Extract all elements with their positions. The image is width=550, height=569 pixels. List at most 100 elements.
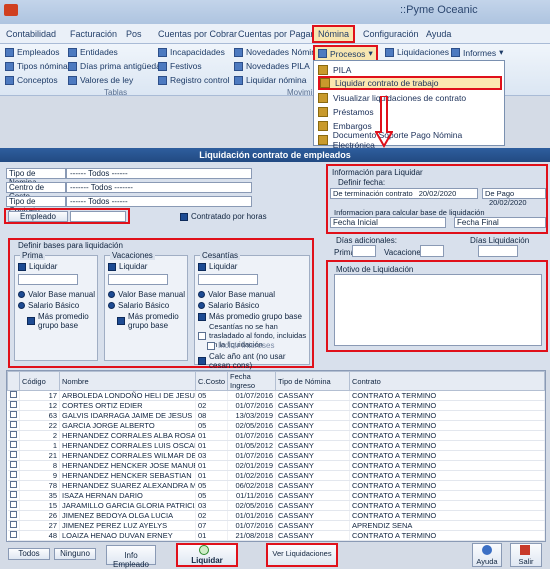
dropdown-item-pila[interactable]: PILA	[318, 63, 502, 77]
menu-ayuda[interactable]: Ayuda	[426, 29, 451, 39]
row-checkbox[interactable]	[7, 460, 20, 471]
prima-promedio-checkbox[interactable]: Más promedio grupo base	[27, 312, 97, 330]
ninguno-button[interactable]: Ninguno	[54, 548, 96, 560]
vacaciones-salario-radio[interactable]: Salario Básico	[108, 301, 169, 310]
table-row[interactable]: 8 HERNANDEZ HENCKER JOSE MANUEL 01 02/01/20…	[7, 460, 545, 471]
table-row[interactable]: 15 JARAMILLO GARCIA GLORIA PATRICIA 03 02/0…	[7, 500, 545, 511]
row-checkbox[interactable]	[7, 510, 20, 521]
row-checkbox[interactable]	[7, 520, 20, 531]
table-row[interactable]: 9 HERNANDEZ HENCKER SEBASTIAN 01 01/02/2016…	[7, 470, 545, 481]
table-row[interactable]: 1 HERNANDEZ CORRALES LUIS OSCAR 01 01/05/20…	[7, 440, 545, 451]
contratado-horas-checkbox[interactable]: Contratado por horas	[180, 212, 267, 221]
ribbon-festivos[interactable]: Festivos	[158, 61, 202, 71]
table-row[interactable]: 48 LOAIZA HENAO DUVAN ERNEY 01 21/08/2018 CA…	[7, 530, 545, 541]
menu-facturacion[interactable]: Facturación	[70, 29, 117, 39]
table-row[interactable]: 2 HERNANDEZ CORRALES ALBA ROSA 01 01/07/201…	[7, 430, 545, 441]
ribbon-novedades-nomina[interactable]: Novedades Nómina	[234, 47, 321, 57]
ver-liquidaciones-button[interactable]: Ver Liquidaciones	[266, 543, 338, 567]
vacaciones-valor-base-radio[interactable]: Valor Base manual	[108, 290, 185, 299]
ribbon-liquidar-nomina[interactable]: Liquidar nómina	[234, 75, 306, 85]
vacaciones-liquidar-checkbox[interactable]: Liquidar	[108, 262, 147, 271]
vacaciones-base-input[interactable]	[108, 274, 168, 285]
terminacion-field[interactable]: De terminación contrato 20/02/2020	[330, 188, 478, 199]
ribbon-liquidaciones[interactable]: Liquidaciones	[385, 47, 449, 57]
table-row[interactable]: 78 HERNANDEZ SUAREZ ALEXANDRA MARI 05 06/02…	[7, 480, 545, 491]
pago-field[interactable]: De Pago 20/02/2020	[482, 188, 546, 207]
row-checkbox[interactable]	[7, 480, 20, 491]
centro-costo-select[interactable]: ------- Todos -------	[66, 182, 252, 193]
table-row[interactable]: 17 ARBOLEDA LONDOÑO HELI DE JESUS 05 01/07/…	[7, 390, 545, 401]
ribbon-dias-prima[interactable]: Días prima antigüedad	[68, 61, 166, 71]
col-contrato[interactable]: Contrato	[349, 371, 545, 391]
table-row[interactable]: 26 JIMENEZ BEDOYA OLGA LUCIA 02 01/01/2016 C…	[7, 510, 545, 521]
ribbon-conceptos[interactable]: Conceptos	[5, 75, 58, 85]
dropdown-item-documento-soporte[interactable]: Documento Soporte Pago Nómina Electrónic…	[318, 130, 502, 150]
cesantias-valor-base-radio[interactable]: Valor Base manual	[198, 290, 275, 299]
row-checkbox[interactable]	[7, 400, 20, 411]
row-checkbox[interactable]	[7, 430, 20, 441]
ribbon-novedades-pila[interactable]: Novedades PILA	[234, 61, 310, 71]
cell-codigo: 26	[19, 510, 60, 521]
row-checkbox[interactable]	[7, 440, 20, 451]
dropdown-item-liquidar-contrato[interactable]: Liquidar contrato de trabajo	[318, 76, 502, 90]
procesos-dropdown: PILA Liquidar contrato de trabajo Visual…	[313, 60, 505, 150]
ribbon-informes[interactable]: Informes ▾	[451, 47, 503, 58]
ribbon-tipos-nomina[interactable]: Tipos nómina	[5, 61, 68, 71]
tipo-nomina-select[interactable]: ------ Todos ------	[66, 168, 252, 179]
ribbon-valores-ley[interactable]: Valores de ley	[68, 75, 133, 85]
prima-dias-input[interactable]	[352, 245, 376, 257]
dias-liquidacion-input[interactable]	[478, 245, 518, 257]
row-checkbox[interactable]	[7, 470, 20, 481]
incluir-intereses-checkbox[interactable]: Incluir Intereses	[207, 341, 274, 350]
cesantias-promedio-checkbox[interactable]: Más promedio grupo base	[198, 312, 302, 321]
col-codigo[interactable]: Código	[19, 371, 60, 391]
tipo-contrato-select[interactable]: ------ Todos ------	[66, 196, 252, 207]
menu-cuentas-pagar[interactable]: Cuentas por Pagar	[238, 29, 314, 39]
table-row[interactable]: 21HERNANDEZ CORRALES WILMAR DE JES0301/0…	[7, 450, 545, 461]
table-row[interactable]: 22 GARCIA JORGE ALBERTO 05 02/05/2016 CASSAN…	[7, 420, 545, 431]
vacaciones-dias-input[interactable]	[420, 245, 444, 257]
grid-icon	[234, 75, 243, 85]
motivo-textarea[interactable]	[334, 274, 542, 346]
menu-pos[interactable]: Pos	[126, 29, 142, 39]
vacaciones-promedio-checkbox[interactable]: Más promedio grupo base	[117, 312, 187, 330]
dropdown-item-prestamos[interactable]: Préstamos	[318, 105, 502, 119]
cesantias-liquidar-checkbox[interactable]: Liquidar	[198, 262, 237, 271]
prima-base-input[interactable]	[18, 274, 78, 285]
ribbon-incapacidades[interactable]: Incapacidades	[158, 47, 225, 57]
row-checkbox[interactable]	[7, 410, 20, 421]
table-row[interactable]: 12 CORTES ORTIZ EDIER 02 01/07/2016 CASSANY C…	[7, 400, 545, 411]
table-row[interactable]: 27 JIMENEZ PEREZ LUZ AYELYS 07 01/07/2016 CA…	[7, 520, 545, 531]
prima-liquidar-checkbox[interactable]: Liquidar	[18, 262, 57, 271]
fecha-final-input[interactable]: Fecha Final	[454, 217, 546, 228]
window-title: Liquidación contrato de empleados	[0, 148, 550, 162]
menu-nomina[interactable]: Nómina	[312, 25, 356, 43]
dropdown-item-visualizar[interactable]: Visualizar liquidaciones de contrato	[318, 91, 502, 105]
prima-salario-radio[interactable]: Salario Básico	[18, 301, 79, 310]
row-checkbox[interactable]	[7, 530, 20, 541]
col-nombre[interactable]: Nombre	[59, 371, 196, 391]
table-row[interactable]: 63 GALVIS IDARRAGA JAIME DE JESUS 08 13/03/…	[7, 410, 545, 421]
info-empleado-button[interactable]: Info Empleado	[106, 545, 156, 569]
row-checkbox[interactable]	[7, 450, 20, 461]
ribbon-empleados[interactable]: Empleados	[5, 47, 60, 57]
row-checkbox[interactable]	[7, 390, 20, 401]
menu-cuentas-cobrar[interactable]: Cuentas por Cobrar	[158, 29, 237, 39]
calc-ano-ant-checkbox[interactable]: Calc año ant (no usar cesan cons)	[198, 352, 309, 370]
col-ccosto[interactable]: C.Costo	[195, 371, 228, 391]
col-fecha-ingreso[interactable]: Fecha Ingreso	[227, 371, 276, 391]
row-checkbox[interactable]	[7, 420, 20, 431]
fecha-inicial-input[interactable]: Fecha Inicial	[330, 217, 446, 228]
row-checkbox[interactable]	[7, 500, 20, 511]
table-row[interactable]: 35 ISAZA HERNAN DARIO 05 01/11/2016 CASSANY C…	[7, 490, 545, 501]
prima-valor-base-radio[interactable]: Valor Base manual	[18, 290, 95, 299]
todos-button[interactable]: Todos	[8, 548, 50, 560]
ribbon-registro-control[interactable]: Registro control	[158, 75, 230, 85]
menu-contabilidad[interactable]: Contabilidad	[6, 29, 56, 39]
ribbon-entidades[interactable]: Entidades	[68, 47, 118, 57]
col-tipo-nomina[interactable]: Tipo de Nómina	[275, 371, 350, 391]
cesantias-base-input[interactable]	[198, 274, 258, 285]
row-checkbox[interactable]	[7, 490, 20, 501]
menu-configuracion[interactable]: Configuración	[363, 29, 419, 39]
cesantias-salario-radio[interactable]: Salario Básico	[198, 301, 259, 310]
